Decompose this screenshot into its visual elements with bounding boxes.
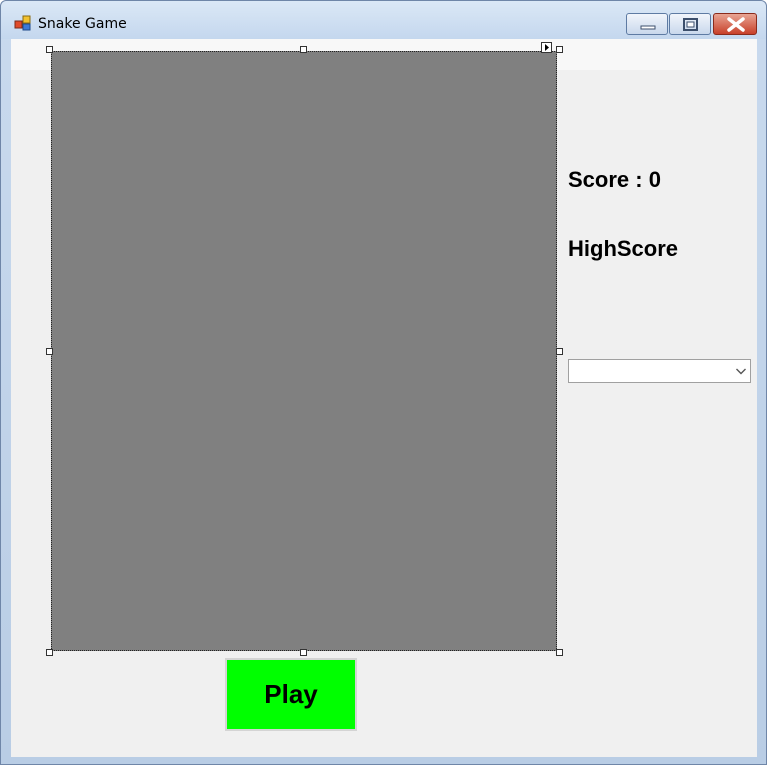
- dropdown-select[interactable]: [568, 359, 751, 383]
- smart-tag-arrow-icon: [545, 44, 549, 51]
- title-bar[interactable]: Snake Game: [1, 1, 766, 39]
- main-window: Snake Game Score: 0 HighScore Play: [0, 0, 767, 765]
- minimize-icon: [640, 25, 656, 30]
- resize-handle-bottom-right[interactable]: [556, 649, 563, 656]
- close-button[interactable]: [713, 13, 757, 35]
- resize-handle-top-right[interactable]: [556, 46, 563, 53]
- maximize-icon: [683, 18, 698, 31]
- highscore-label: HighScore: [568, 236, 679, 261]
- game-board[interactable]: [51, 51, 557, 651]
- resize-handle-top[interactable]: [300, 46, 307, 53]
- close-icon: [727, 17, 745, 32]
- maximize-button[interactable]: [669, 13, 711, 35]
- resize-handle-bottom-left[interactable]: [46, 649, 53, 656]
- resize-handle-left[interactable]: [46, 348, 53, 355]
- window-title: Snake Game: [38, 16, 127, 32]
- play-button[interactable]: Play: [225, 658, 357, 731]
- score-label: Score : 0: [568, 167, 661, 192]
- resize-handle-right[interactable]: [556, 348, 563, 355]
- resize-handle-top-left[interactable]: [46, 46, 53, 53]
- smart-tag-button[interactable]: [541, 42, 552, 53]
- chevron-down-icon: [736, 368, 746, 375]
- form-icon: [14, 15, 31, 31]
- minimize-button[interactable]: [626, 13, 668, 35]
- form-client-area: Score : 0 HighScore Play: [11, 39, 757, 757]
- resize-handle-bottom[interactable]: [300, 649, 307, 656]
